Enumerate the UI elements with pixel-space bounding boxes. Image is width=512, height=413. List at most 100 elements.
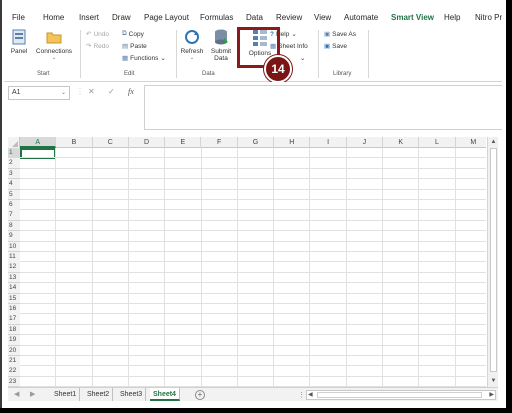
copy-button[interactable]: ⧉ Copy [122,30,144,38]
enter-icon[interactable]: ✓ [108,87,115,96]
column-headers: ABCDEFGHIJKLM [8,137,492,148]
excel-window: File Home Insert Draw Page Layout Formul… [0,0,512,413]
tab-nitro[interactable]: Nitro Pr [475,13,502,22]
row-header-12[interactable]: 12 [8,262,20,273]
tab-automate[interactable]: Automate [344,13,378,22]
row-header-2[interactable]: 2 [8,158,20,169]
tab-data[interactable]: Data [246,13,263,22]
cancel-icon[interactable]: ✕ [88,87,95,96]
row-header-8[interactable]: 8 [8,220,20,232]
vertical-scrollbar[interactable]: ▲ ▼ [487,137,498,387]
tab-page-layout[interactable]: Page Layout [144,13,189,22]
row-header-10[interactable]: 10 [8,241,20,253]
sheet-tab-3[interactable]: Sheet3 [117,388,147,401]
callout-badge: 14 [264,55,292,83]
prev-sheet-icon[interactable]: ◀ [14,390,19,398]
column-header-c[interactable]: C [93,137,129,148]
gridline-horizontal [20,251,486,252]
group-label-start: Start [37,71,50,77]
functions-icon: ▦ [122,55,129,62]
name-box-value: A1 [12,89,21,96]
tab-file[interactable]: File [12,13,25,22]
row-header-3[interactable]: 3 [8,168,20,180]
tab-insert[interactable]: Insert [79,13,99,22]
horizontal-scrollbar[interactable]: ◀ ▶ [306,390,496,400]
sheet-info-label: Sheet Info [278,42,308,50]
scroll-down-icon[interactable]: ▼ [489,377,498,386]
connections-button[interactable]: Connections ⌄ [34,28,74,61]
row-header-4[interactable]: 4 [8,179,20,190]
insert-function-icon[interactable]: fx [128,87,134,96]
redo-button[interactable]: ↷ Redo [86,42,109,51]
sheet-tab-2[interactable]: Sheet2 [84,388,114,401]
tab-review[interactable]: Review [276,13,302,22]
column-header-k[interactable]: K [383,137,420,148]
gridline-vertical [200,148,202,387]
sheet-tab-1[interactable]: Sheet1 [51,388,81,401]
group-separator [80,30,81,78]
column-header-j[interactable]: J [347,137,383,148]
gridline-vertical [418,148,420,387]
functions-button[interactable]: ▦ Functions ⌄ [122,54,166,63]
scroll-right-icon[interactable]: ▶ [489,391,494,399]
panel-button[interactable]: Panel [8,28,30,55]
column-header-l[interactable]: L [419,137,456,148]
column-header-f[interactable]: F [202,137,238,148]
formula-input[interactable] [144,85,502,130]
paste-icon: ▤ [122,43,129,50]
tab-draw[interactable]: Draw [112,13,131,22]
chevron-down-icon[interactable]: ⌄ [61,89,66,96]
row-header-20[interactable]: 20 [8,345,20,357]
select-all-corner[interactable] [8,137,20,148]
horizontal-scroll-thumb[interactable] [317,392,482,398]
row-header-21[interactable]: 21 [8,356,20,367]
tab-help[interactable]: Help [444,13,460,22]
row-header-7[interactable]: 7 [8,210,20,221]
row-header-19[interactable]: 19 [8,335,20,346]
gridline-horizontal [20,240,486,242]
add-sheet-icon[interactable]: + [195,390,205,400]
column-header-d[interactable]: D [129,137,166,148]
vertical-scroll-thumb[interactable] [490,148,497,372]
row-header-15[interactable]: 15 [8,293,20,305]
row-header-13[interactable]: 13 [8,272,20,284]
submit-data-button[interactable]: Submit Data [207,28,235,62]
tab-formulas[interactable]: Formulas [200,13,233,22]
column-header-g[interactable]: G [238,137,275,148]
tab-home[interactable]: Home [43,13,64,22]
tab-smart-view[interactable]: Smart View [391,13,434,22]
scroll-left-icon[interactable]: ◀ [308,391,313,399]
gridline-horizontal [20,209,486,211]
next-sheet-icon[interactable]: ▶ [30,390,35,398]
column-header-e[interactable]: E [165,137,202,148]
paste-button[interactable]: ▤ Paste [122,42,147,51]
more-dropdown[interactable]: ⌄ [300,54,305,62]
tab-view[interactable]: View [314,13,331,22]
row-header-18[interactable]: 18 [8,324,20,336]
cell-area[interactable] [20,148,486,387]
save-button[interactable]: ▣ Save [324,42,347,51]
column-header-i[interactable]: I [310,137,347,148]
row-header-22[interactable]: 22 [8,366,20,377]
row-header-14[interactable]: 14 [8,283,20,294]
row-header-6[interactable]: 6 [8,200,20,211]
gridline-horizontal [20,167,486,169]
name-box[interactable]: A1 ⌄ [8,86,70,100]
row-header-9[interactable]: 9 [8,231,20,242]
row-header-5[interactable]: 5 [8,189,20,201]
gridline-horizontal [20,292,486,294]
row-header-11[interactable]: 11 [8,252,20,263]
undo-button[interactable]: ↶ Undo [86,30,109,39]
column-header-a[interactable]: A [20,137,57,148]
save-as-button[interactable]: ▣ Save As [324,30,356,39]
window-border-bottom [0,408,512,413]
column-header-b[interactable]: B [56,137,93,148]
row-header-1[interactable]: 1 [8,148,20,159]
sheet-tab-4[interactable]: Sheet4 [150,388,180,401]
row-header-23[interactable]: 23 [8,376,20,388]
column-header-h[interactable]: H [274,137,311,148]
row-header-16[interactable]: 16 [8,304,20,315]
refresh-button[interactable]: Refresh ⌄ [179,28,205,61]
scroll-up-icon[interactable]: ▲ [489,138,498,147]
row-header-17[interactable]: 17 [8,314,20,325]
